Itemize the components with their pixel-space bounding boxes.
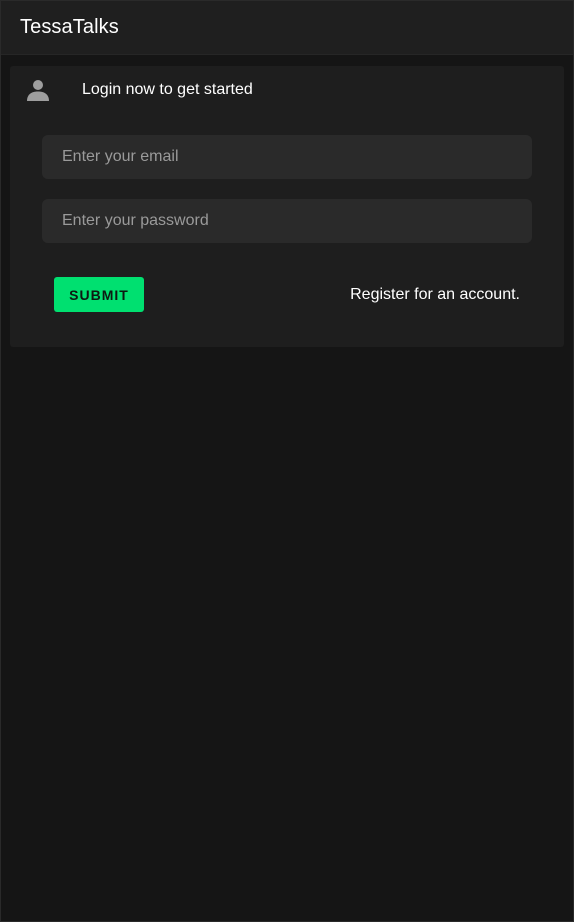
email-field[interactable] xyxy=(42,135,532,179)
login-card: Login now to get started SUBMIT Register… xyxy=(10,66,564,347)
password-field[interactable] xyxy=(42,199,532,243)
submit-button[interactable]: SUBMIT xyxy=(54,277,144,312)
login-prompt-text: Login now to get started xyxy=(82,81,253,98)
login-card-header: Login now to get started xyxy=(10,66,564,116)
register-link[interactable]: Register for an account. xyxy=(350,286,520,304)
app-window: TessaTalks Login now to get started SUBM… xyxy=(0,0,574,922)
app-title: TessaTalks xyxy=(20,16,119,38)
user-icon xyxy=(27,79,49,101)
app-bar: TessaTalks xyxy=(1,1,573,55)
